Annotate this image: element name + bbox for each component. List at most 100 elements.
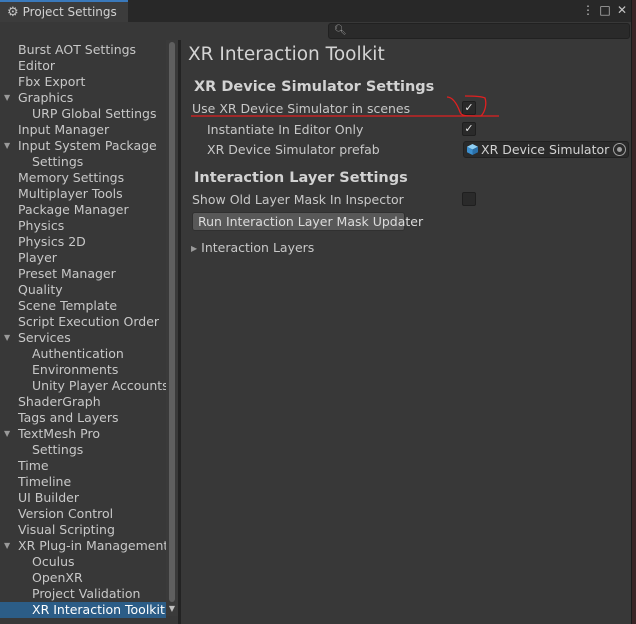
- prefab-object-field[interactable]: XR Device Simulator: [463, 141, 629, 158]
- search-input[interactable]: 🔍︎: [328, 23, 630, 39]
- run-layer-mask-updater-button[interactable]: Run Interaction Layer Mask Updater: [192, 212, 423, 231]
- sidebar-item[interactable]: OpenXR: [0, 570, 166, 586]
- sidebar-item-label: Graphics: [18, 90, 74, 105]
- sidebar-item-label: Scene Template: [18, 298, 118, 313]
- sidebar-item-label: Quality: [18, 282, 63, 297]
- sidebar-item[interactable]: ▼ XR Plug-in Management: [0, 538, 166, 554]
- sidebar-item-label: Visual Scripting: [18, 522, 115, 537]
- sidebar-item-label: Project Validation: [32, 586, 141, 601]
- sidebar-item[interactable]: Unity Player Accounts: [0, 378, 166, 394]
- sidebar-item-label: XR Plug-in Management: [18, 538, 166, 553]
- more-options-icon[interactable]: ⋮: [580, 2, 596, 18]
- sidebar-item-label: Package Manager: [18, 202, 129, 217]
- sidebar-item-label: Burst AOT Settings: [18, 42, 137, 57]
- use-simulator-label: Use XR Device Simulator in scenes: [192, 101, 411, 116]
- sidebar-item[interactable]: Editor: [0, 58, 166, 74]
- sidebar-item-label: Unity Player Accounts: [32, 378, 166, 393]
- sidebar-item[interactable]: Memory Settings: [0, 170, 166, 186]
- sidebar-item[interactable]: Input Manager: [0, 122, 166, 138]
- prefab-value: XR Device Simulator: [481, 142, 610, 157]
- sidebar-item-label: Preset Manager: [18, 266, 116, 281]
- sidebar-item[interactable]: Package Manager: [0, 202, 166, 218]
- sidebar-item[interactable]: Environments: [0, 362, 166, 378]
- scroll-down-icon[interactable]: ▼: [166, 603, 178, 615]
- sidebar-item[interactable]: XR Interaction Toolkit: [0, 602, 166, 618]
- sidebar-item[interactable]: Physics 2D: [0, 234, 166, 250]
- sidebar-item[interactable]: Settings: [0, 154, 166, 170]
- expand-arrow-icon[interactable]: ▼: [4, 138, 10, 154]
- sidebar-item[interactable]: Version Control: [0, 506, 166, 522]
- layer-settings-heading: Interaction Layer Settings: [194, 170, 408, 186]
- sidebar-item[interactable]: Settings: [0, 442, 166, 458]
- editor-only-label: Instantiate In Editor Only: [207, 122, 364, 137]
- expand-arrow-icon[interactable]: ▼: [4, 538, 10, 554]
- sidebar-item-label: Player: [18, 250, 57, 265]
- page-title: XR Interaction Toolkit: [188, 44, 385, 65]
- sidebar-item[interactable]: Time: [0, 458, 166, 474]
- sidebar-item[interactable]: Multiplayer Tools: [0, 186, 166, 202]
- sidebar-item[interactable]: ▼ Services: [0, 330, 166, 346]
- expand-arrow-icon[interactable]: ▼: [4, 426, 10, 442]
- sidebar-item-label: Script Execution Order: [18, 314, 160, 329]
- sidebar-item-label: Settings: [32, 442, 84, 457]
- project-settings-window: ⚙ Project Settings ⋮ □ ✕ 🔍︎ Burst AOT Se…: [0, 0, 632, 624]
- window-tab[interactable]: ⚙ Project Settings: [0, 0, 128, 22]
- prefab-label: XR Device Simulator prefab: [207, 142, 380, 157]
- sidebar-item-label: Timeline: [18, 474, 72, 489]
- scrollbar-thumb[interactable]: [169, 42, 175, 602]
- maximize-icon[interactable]: □: [597, 2, 613, 18]
- title-bar: ⚙ Project Settings ⋮ □ ✕: [0, 0, 631, 22]
- sidebar-item[interactable]: UI Builder: [0, 490, 166, 506]
- sidebar-item[interactable]: Player: [0, 250, 166, 266]
- expand-arrow-icon[interactable]: ▼: [4, 330, 10, 346]
- sidebar-scrollbar[interactable]: ▼: [166, 40, 178, 616]
- prefab-cube-icon: [467, 144, 478, 155]
- sidebar-item[interactable]: ▼ TextMesh Pro: [0, 426, 166, 442]
- sidebar-item[interactable]: Visual Scripting: [0, 522, 166, 538]
- sidebar-item[interactable]: ShaderGraph: [0, 394, 166, 410]
- editor-only-checkbox[interactable]: ✓: [462, 122, 476, 136]
- sidebar-item-label: OpenXR: [32, 570, 83, 585]
- sidebar-item[interactable]: URP Global Settings: [0, 106, 166, 122]
- sidebar-item[interactable]: Oculus: [0, 554, 166, 570]
- close-icon[interactable]: ✕: [614, 2, 630, 18]
- sidebar-item[interactable]: Preset Manager: [0, 266, 166, 282]
- sidebar-item[interactable]: ▼ Graphics: [0, 90, 166, 106]
- sidebar-item[interactable]: Project Validation: [0, 586, 166, 602]
- sidebar-item-label: ShaderGraph: [18, 394, 101, 409]
- interaction-layers-label: Interaction Layers: [201, 240, 315, 255]
- sidebar-item-label: Settings: [32, 154, 84, 169]
- sidebar-item[interactable]: Scene Template: [0, 298, 166, 314]
- sidebar-item-label: Authentication: [32, 346, 124, 361]
- sidebar-item[interactable]: Authentication: [0, 346, 166, 362]
- sidebar-item[interactable]: Fbx Export: [0, 74, 166, 90]
- sidebar-item[interactable]: Timeline: [0, 474, 166, 490]
- sidebar-item-label: TextMesh Pro: [18, 426, 100, 441]
- sidebar-item-label: Services: [18, 330, 71, 345]
- sidebar-item-label: Editor: [18, 58, 55, 73]
- settings-panel: XR Interaction Toolkit XR Device Simulat…: [181, 40, 631, 624]
- foldout-arrow-icon: ▶: [191, 244, 198, 253]
- sidebar-item[interactable]: ▼ Input System Package: [0, 138, 166, 154]
- sidebar-item[interactable]: Quality: [0, 282, 166, 298]
- sidebar-item-label: Oculus: [32, 554, 75, 569]
- sidebar-item[interactable]: Script Execution Order: [0, 314, 166, 330]
- show-old-mask-label: Show Old Layer Mask In Inspector: [192, 192, 404, 207]
- interaction-layers-foldout[interactable]: ▶ Interaction Layers: [191, 240, 314, 255]
- expand-arrow-icon[interactable]: ▼: [4, 90, 10, 106]
- use-simulator-checkbox[interactable]: ✓: [462, 101, 476, 115]
- sidebar-item-label: Time: [18, 458, 49, 473]
- sidebar-item-label: Memory Settings: [18, 170, 125, 185]
- settings-sidebar: Burst AOT Settings Editor Fbx Export ▼ Graph…: [0, 40, 166, 624]
- object-picker-icon[interactable]: [613, 143, 626, 156]
- sidebar-item[interactable]: Burst AOT Settings: [0, 42, 166, 58]
- sidebar-item[interactable]: Physics: [0, 218, 166, 234]
- gear-icon: ⚙: [7, 4, 19, 20]
- sidebar-item-label: Multiplayer Tools: [18, 186, 123, 201]
- sidebar-item-label: Environments: [32, 362, 119, 377]
- search-row: 🔍︎: [0, 22, 631, 40]
- window-title: Project Settings: [22, 5, 117, 19]
- sidebar-item[interactable]: Tags and Layers: [0, 410, 166, 426]
- show-old-mask-checkbox[interactable]: [462, 192, 476, 206]
- sidebar-item-label: Input System Package: [18, 138, 157, 153]
